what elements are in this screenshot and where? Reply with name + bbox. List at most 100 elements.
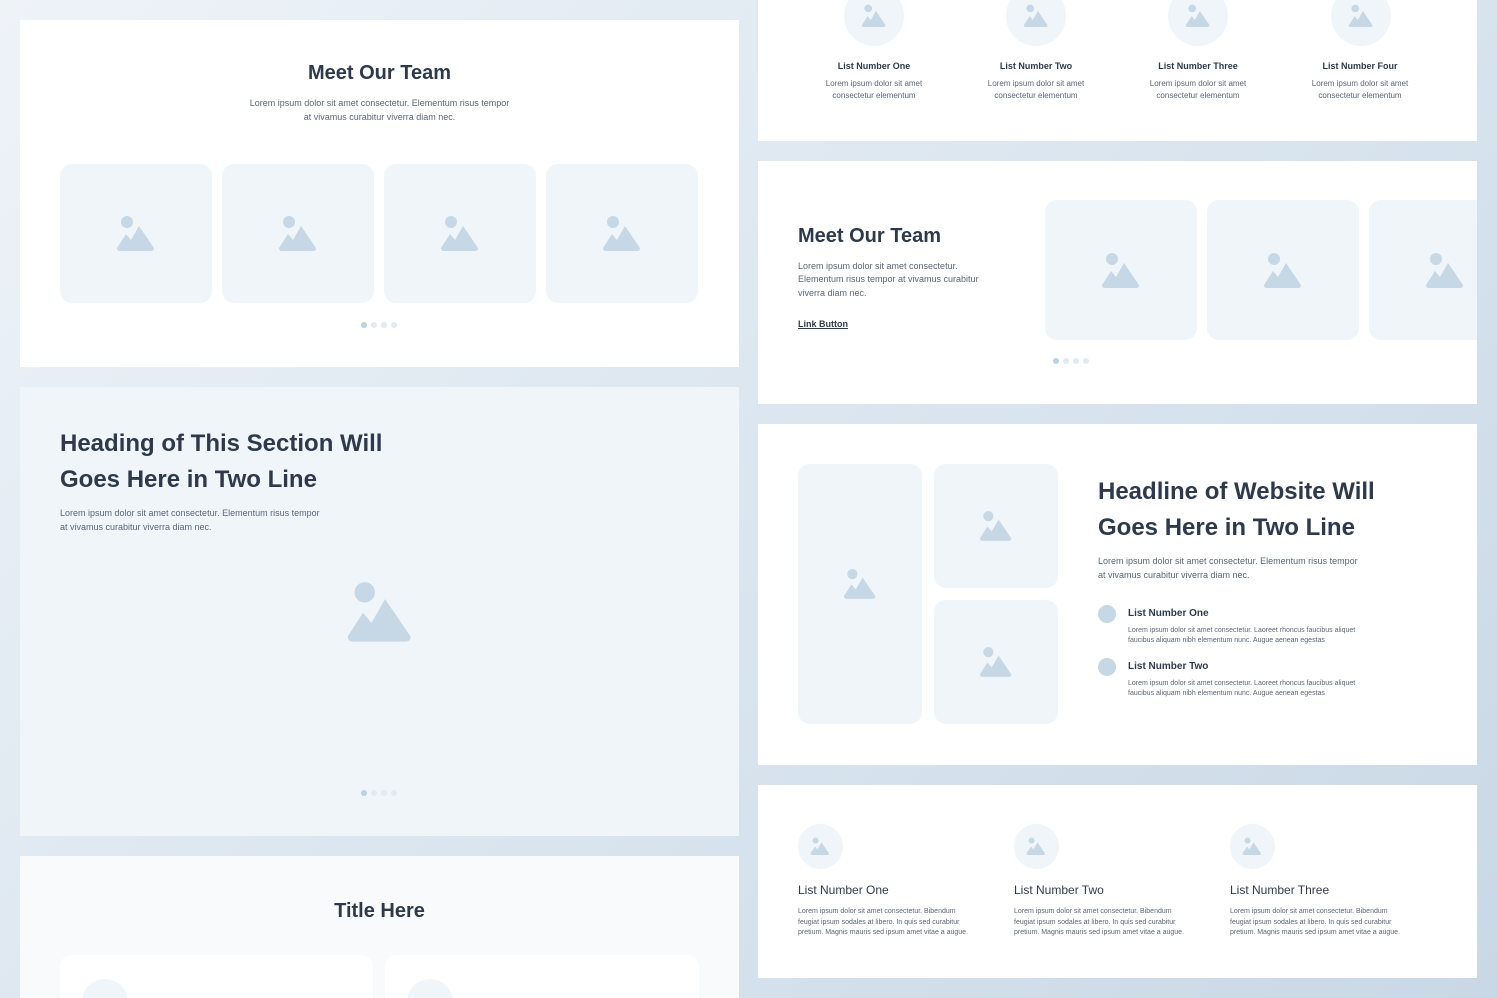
headline-section: Headline of Website Will Goes Here in Tw… <box>758 424 1477 765</box>
image-placeholder-icon <box>979 511 1012 541</box>
card-icon-circle <box>407 979 453 998</box>
image-placeholder-icon <box>979 647 1012 677</box>
team-member-photo[interactable] <box>1369 200 1477 340</box>
team-desc-line-1: Lorem ipsum dolor sit amet consectetur. <box>798 261 958 271</box>
image-placeholder-icon <box>1023 4 1048 27</box>
carousel-dot[interactable] <box>371 322 377 328</box>
card-icon-circle <box>82 979 128 998</box>
feature-desc-line-3: pretium. Magnis mauris sed ipsum amet vi… <box>1230 929 1401 936</box>
hero-desc-line-2: at vivamus curabitur viverra diam nec. <box>60 522 212 532</box>
team-member-photo[interactable] <box>1045 200 1197 340</box>
list-item-label: List Number Three <box>1158 61 1238 71</box>
carousel-dot[interactable] <box>381 322 387 328</box>
carousel-dot[interactable] <box>381 790 387 796</box>
feature-desc-line-1: Lorem ipsum dolor sit amet consectetur. … <box>1230 908 1388 915</box>
gallery-image[interactable] <box>934 600 1058 724</box>
gallery-image[interactable] <box>934 464 1058 588</box>
carousel-dot-active[interactable] <box>361 790 367 796</box>
headline-desc-line-2: at vivamus curabitur viverra diam nec. <box>1098 570 1250 580</box>
list-item-label: List Number Two <box>999 61 1073 71</box>
list-item-desc-line-2: consectetur elementum <box>1318 91 1402 100</box>
list-icon-circle <box>844 0 904 46</box>
feature-icon-circle <box>1230 824 1275 869</box>
image-placeholder-icon <box>1185 4 1210 27</box>
list-bullet-circle <box>1098 658 1116 676</box>
list-item-desc-line-2: consectetur elementum <box>832 91 916 100</box>
carousel-dot[interactable] <box>391 790 397 796</box>
carousel-dot[interactable] <box>1073 358 1079 364</box>
team-desc-line-1: Lorem ipsum dolor sit amet consectetur. … <box>249 98 510 108</box>
list-item-label: List Number Four <box>1322 61 1398 71</box>
list-item-desc-line-1: Lorem ipsum dolor sit amet <box>825 79 923 88</box>
feature-desc-line-3: pretium. Magnis mauris sed ipsum amet vi… <box>798 929 969 936</box>
list-item-desc-line-2: consectetur elementum <box>994 91 1078 100</box>
feature-desc-line-2: feugiat ipsum sodales at libero. In quis… <box>798 919 960 926</box>
list-item-label: List Number One <box>1128 608 1209 619</box>
image-placeholder-icon <box>1102 253 1139 288</box>
feature-icon-circle <box>798 824 843 869</box>
image-placeholder-icon <box>810 837 829 855</box>
image-placeholder-icon <box>861 4 886 27</box>
hero-desc-line-1: Lorem ipsum dolor sit amet consectetur. … <box>60 508 320 518</box>
team-section-centered: Meet Our Team Lorem ipsum dolor sit amet… <box>20 20 739 367</box>
list-item-desc-line-1: Lorem ipsum dolor sit amet consectetur. … <box>1128 680 1356 687</box>
list-icon-circle <box>1006 0 1066 46</box>
list-icon-circle <box>1331 0 1391 46</box>
content-card[interactable] <box>60 955 373 998</box>
team-title: Meet Our Team <box>798 225 941 247</box>
team-desc-line-2: Elementum risus tempor at vivamus curabi… <box>798 274 979 284</box>
carousel-dots[interactable] <box>361 790 397 796</box>
content-card[interactable] <box>385 955 699 998</box>
feature-label: List Number Two <box>1014 883 1104 897</box>
list-item-desc-line-2: faucibus aliquam nibh elementum nunc. Au… <box>1128 637 1325 644</box>
carousel-dots[interactable] <box>361 322 397 328</box>
gallery-image-tall[interactable] <box>798 464 922 724</box>
icon-list-section: List Number One Lorem ipsum dolor sit am… <box>758 0 1477 141</box>
feature-label: List Number One <box>798 883 889 897</box>
list-item-desc-line-1: Lorem ipsum dolor sit amet <box>1311 79 1409 88</box>
image-placeholder-icon <box>347 582 411 642</box>
carousel-dot[interactable] <box>1083 358 1089 364</box>
carousel-dot-active[interactable] <box>361 322 367 328</box>
headline-line-1: Headline of Website Will <box>1098 478 1375 505</box>
team-member-photo[interactable] <box>546 164 698 303</box>
team-desc-line-3: viverra diam nec. <box>798 288 867 298</box>
hero-heading-line-2: Goes Here in Two Line <box>60 466 317 493</box>
feature-icon-circle <box>1014 824 1059 869</box>
hero-heading-line-1: Heading of This Section Will <box>60 430 383 457</box>
hero-section: Heading of This Section Will Goes Here i… <box>20 387 739 836</box>
list-bullet-circle <box>1098 605 1116 623</box>
carousel-dot[interactable] <box>1063 358 1069 364</box>
image-placeholder-icon <box>1348 4 1373 27</box>
carousel-dot-active[interactable] <box>1053 358 1059 364</box>
carousel-dots[interactable] <box>1053 358 1089 364</box>
list-item-desc-line-1: Lorem ipsum dolor sit amet consectetur. … <box>1128 627 1356 634</box>
team-section-split: Meet Our Team Lorem ipsum dolor sit amet… <box>758 161 1477 404</box>
title-section: Title Here <box>20 856 739 998</box>
feature-desc-line-1: Lorem ipsum dolor sit amet consectetur. … <box>798 908 956 915</box>
image-placeholder-icon <box>603 216 640 251</box>
section-title: Title Here <box>334 900 425 922</box>
team-member-photo[interactable] <box>384 164 536 303</box>
list-item-desc-line-2: consectetur elementum <box>1156 91 1240 100</box>
headline-line-2: Goes Here in Two Line <box>1098 514 1355 541</box>
feature-desc-line-2: feugiat ipsum sodales at libero. In quis… <box>1014 919 1176 926</box>
feature-desc-line-2: feugiat ipsum sodales at libero. In quis… <box>1230 919 1392 926</box>
carousel-dot[interactable] <box>371 790 377 796</box>
team-desc-line-2: at vivamus curabitur viverra diam nec. <box>303 112 456 122</box>
team-member-photo[interactable] <box>60 164 212 303</box>
list-item-label: List Number Two <box>1128 661 1209 672</box>
image-placeholder-icon <box>1242 837 1261 855</box>
team-title: Meet Our Team <box>308 62 451 84</box>
link-button[interactable]: Link Button <box>798 319 848 329</box>
image-placeholder-icon <box>843 569 876 599</box>
carousel-dot[interactable] <box>391 322 397 328</box>
image-placeholder-icon <box>279 216 316 251</box>
team-member-photo[interactable] <box>222 164 374 303</box>
list-item-desc-line-1: Lorem ipsum dolor sit amet <box>987 79 1085 88</box>
image-placeholder-icon <box>1426 253 1463 288</box>
image-placeholder-icon <box>1026 837 1045 855</box>
list-item-desc-line-1: Lorem ipsum dolor sit amet <box>1149 79 1247 88</box>
list-item-desc-line-2: faucibus aliquam nibh elementum nunc. Au… <box>1128 690 1325 697</box>
team-member-photo[interactable] <box>1207 200 1359 340</box>
